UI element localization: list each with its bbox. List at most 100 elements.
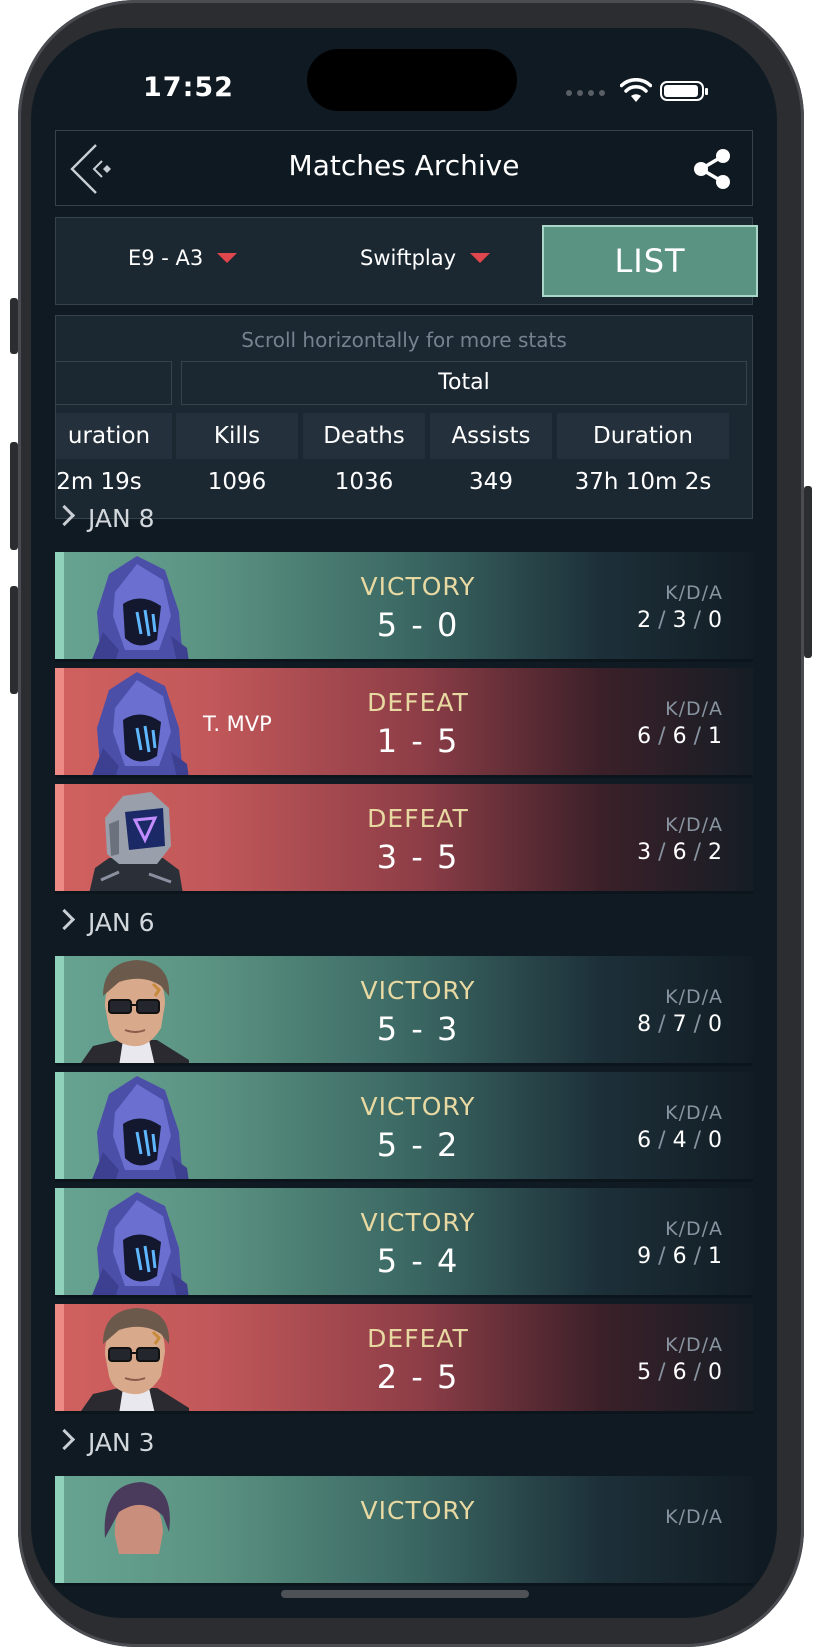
deaths-value: 6 — [672, 1360, 688, 1385]
outcome-stripe — [55, 552, 64, 662]
hooded-agent-portrait — [79, 1188, 189, 1298]
outcome-stripe — [55, 784, 64, 894]
dynamic-island — [307, 49, 517, 111]
kills-value: 5 — [637, 1360, 653, 1385]
filter-bar: E9 - A3 Swiftplay LIST — [55, 217, 758, 305]
chevron-right-icon — [53, 504, 76, 527]
kda-value: 8/7/0 — [637, 1012, 723, 1037]
outcome-stripe — [55, 1188, 64, 1298]
stat-value-kills: 1096 — [207, 469, 267, 495]
row-divider — [55, 1295, 753, 1298]
kills-value: 9 — [637, 1244, 653, 1269]
chevron-right-icon — [53, 1428, 76, 1451]
stats-table[interactable]: Scroll horizontally for more stats Total… — [55, 315, 753, 519]
act-dropdown[interactable]: E9 - A3 — [128, 246, 238, 270]
row-divider — [55, 659, 753, 662]
date-group-header[interactable]: JAN 3 — [53, 1428, 155, 1457]
kda-label: K/D/A — [665, 1218, 723, 1240]
match-score: 1 - 5 — [376, 722, 460, 760]
stat-value-duration: 37h 10m 2s — [574, 469, 712, 495]
wifi-icon — [620, 78, 652, 102]
kda-value: 6/6/1 — [637, 724, 723, 749]
col-header-kills: Kills — [176, 413, 298, 459]
match-row[interactable]: DEFEAT 2 - 5 K/D/A 5/6/0 — [55, 1304, 753, 1414]
outcome-stripe — [55, 1476, 64, 1586]
deaths-value: 6 — [672, 724, 688, 749]
scroll-hint: Scroll horizontally for more stats — [241, 328, 567, 352]
robot-agent-portrait — [79, 784, 189, 894]
hooded-agent-portrait — [79, 668, 189, 778]
power-button — [804, 486, 812, 658]
deaths-value: 6 — [672, 840, 688, 865]
caret-down-icon — [217, 253, 238, 263]
outcome-stripe — [55, 956, 64, 1066]
date-label: JAN 3 — [88, 1428, 155, 1457]
app-screen: 17:52 Matches Archive E9 - A3 Swiftplay … — [31, 28, 777, 1618]
kda-value: 5/6/0 — [637, 1360, 723, 1385]
match-result: VICTORY — [360, 976, 476, 1005]
caret-down-icon — [470, 253, 491, 263]
date-group-header[interactable]: JAN 8 — [53, 504, 155, 533]
home-indicator[interactable] — [281, 1590, 529, 1598]
col-header-assists: Assists — [430, 413, 552, 459]
match-row[interactable]: T. MVP DEFEAT 1 - 5 K/D/A 6/6/1 — [55, 668, 753, 778]
kills-value: 2 — [637, 608, 653, 633]
chevron-right-icon — [53, 908, 76, 931]
kills-value: 8 — [637, 1012, 653, 1037]
action-button — [10, 298, 18, 354]
date-group-header[interactable]: JAN 6 — [53, 908, 155, 937]
kills-value: 6 — [637, 724, 653, 749]
date-label: JAN 8 — [88, 504, 155, 533]
match-score: 5 - 0 — [376, 606, 460, 644]
outcome-stripe — [55, 668, 64, 778]
match-row[interactable]: VICTORY 5 - 0 K/D/A 2/3/0 — [55, 552, 753, 662]
assists-value: 0 — [708, 1128, 723, 1153]
match-result: VICTORY — [360, 572, 476, 601]
row-divider — [55, 1063, 753, 1066]
assists-value: 1 — [708, 724, 723, 749]
match-row[interactable]: VICTORY 5 - 2 K/D/A 6/4/0 — [55, 1072, 753, 1182]
mvp-badge: T. MVP — [203, 712, 272, 736]
match-row[interactable]: VICTORY 5 - 4 K/D/A 9/6/1 — [55, 1188, 753, 1298]
kda-label: K/D/A — [665, 814, 723, 836]
row-divider — [55, 775, 753, 778]
match-result: DEFEAT — [367, 1324, 469, 1353]
list-view-button[interactable]: LIST — [542, 225, 758, 297]
match-result: VICTORY — [360, 1496, 476, 1525]
share-icon[interactable] — [690, 147, 734, 191]
kda-value: 3/6/2 — [637, 840, 723, 865]
glasses-agent-portrait — [79, 1304, 189, 1414]
outcome-stripe — [55, 1304, 64, 1414]
kda-label: K/D/A — [665, 1102, 723, 1124]
mode-dropdown[interactable]: Swiftplay — [360, 246, 491, 270]
top-bar: Matches Archive — [55, 130, 753, 206]
hooded-agent-portrait — [79, 1072, 189, 1182]
col-header-partial: uration — [56, 413, 172, 459]
hooded-agent-portrait — [79, 552, 189, 662]
match-result: VICTORY — [360, 1208, 476, 1237]
status-bar: 17:52 — [31, 28, 777, 138]
purple-hair-agent-portrait — [79, 1476, 189, 1586]
kda-label: K/D/A — [665, 582, 723, 604]
deaths-value: 3 — [672, 608, 688, 633]
match-row[interactable]: VICTORY 5 - 3 K/D/A 8/7/0 — [55, 956, 753, 1066]
page-title: Matches Archive — [288, 149, 520, 182]
kda-value: 2/3/0 — [637, 608, 723, 633]
deaths-value: 7 — [672, 1012, 688, 1037]
glasses-agent-portrait — [79, 956, 189, 1066]
volume-up-button — [10, 442, 18, 550]
match-result: VICTORY — [360, 1092, 476, 1121]
kda-label: K/D/A — [665, 986, 723, 1008]
stat-value-deaths: 1036 — [334, 469, 394, 495]
kda-label: K/D/A — [665, 1506, 723, 1528]
assists-value: 2 — [708, 840, 723, 865]
stats-group-header-previous — [56, 361, 172, 405]
row-divider — [55, 1583, 753, 1586]
match-row[interactable]: DEFEAT 3 - 5 K/D/A 3/6/2 — [55, 784, 753, 894]
stats-group-header-total: Total — [181, 361, 747, 405]
deaths-value: 6 — [672, 1244, 688, 1269]
kills-value: 6 — [637, 1128, 653, 1153]
match-score: 3 - 5 — [376, 838, 460, 876]
date-label: JAN 6 — [88, 908, 155, 937]
match-row[interactable]: VICTORY K/D/A — [55, 1476, 753, 1586]
